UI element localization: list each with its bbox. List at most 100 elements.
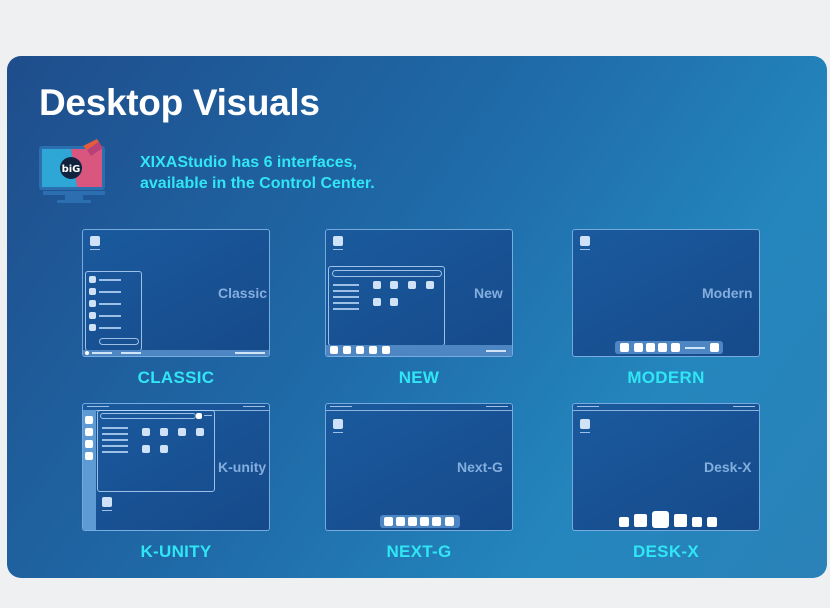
dock-app-icon (634, 343, 643, 352)
dock-app-icon (692, 517, 702, 527)
subtitle-text: XIXAStudio has 6 interfaces, available i… (140, 152, 470, 194)
launcher-app-icon (85, 428, 93, 436)
preview-label: Classic (218, 285, 268, 301)
app-icon (373, 298, 381, 306)
category-line (333, 302, 359, 304)
dock-app-icon (620, 343, 629, 352)
top-panel-item (330, 406, 352, 407)
category-line (102, 451, 128, 453)
menu-item-icon (89, 276, 96, 283)
app-icon (160, 428, 168, 436)
launcher-app-icon (85, 416, 93, 424)
menu-item-line (99, 315, 121, 317)
menu-search-box (99, 338, 139, 345)
preview-label: New (474, 285, 503, 301)
menu-item-icon (89, 312, 96, 319)
caption-classic[interactable]: CLASSIC (82, 368, 270, 388)
menu-item-icon (89, 300, 96, 307)
floating-dock (380, 515, 460, 528)
dock-app-icon-magnified (652, 511, 669, 528)
menu-item-line (99, 327, 121, 329)
preview-label: Modern (702, 285, 753, 301)
top-panel-item (733, 406, 755, 407)
caption-new[interactable]: NEW (325, 368, 513, 388)
app-launcher (328, 266, 445, 346)
menu-item-icon (89, 324, 96, 331)
top-panel-item (577, 406, 599, 407)
app-icon (408, 281, 416, 289)
launcher-app-icon (85, 440, 93, 448)
taskbar-app-icon (330, 346, 338, 354)
category-line (333, 296, 359, 298)
category-line (333, 290, 359, 292)
caption-modern[interactable]: MODERN (572, 368, 760, 388)
dock-app-icon (658, 343, 667, 352)
category-line (333, 308, 359, 310)
app-icon (426, 281, 434, 289)
caption-k-unity[interactable]: K-UNITY (82, 542, 270, 562)
dock-app-icon (432, 517, 441, 526)
start-menu (85, 271, 142, 351)
preview-label: Next-G (457, 459, 503, 475)
desktop-icon-label (333, 249, 343, 250)
dock-app-icon (671, 343, 680, 352)
preview-new[interactable]: New (325, 229, 513, 357)
taskbar-item (121, 352, 141, 354)
dock-app-icon (396, 517, 405, 526)
app-icon (160, 445, 168, 453)
preview-k-unity[interactable]: K-unity (82, 403, 270, 531)
taskbar-app-icon (343, 346, 351, 354)
taskbar-app-icon (369, 346, 377, 354)
desktop-icon (580, 236, 590, 246)
desktop-icon-label (333, 432, 343, 433)
caption-desk-x[interactable]: DESK-X (572, 542, 760, 562)
taskbar-app-icon (356, 346, 364, 354)
preview-modern[interactable]: Modern (572, 229, 760, 357)
menu-item-line (99, 291, 121, 293)
category-line (102, 427, 128, 429)
taskbar (83, 350, 269, 356)
category-line (102, 445, 128, 447)
preview-next-g[interactable]: Next-G (325, 403, 513, 531)
launcher-app-icon (85, 452, 93, 460)
monitor-logo-icon: biG (39, 139, 105, 203)
dock-app-icon (408, 517, 417, 526)
app-icon (373, 281, 381, 289)
desktop-icon (333, 419, 343, 429)
taskbar-clock (235, 352, 265, 354)
launcher-search-box (100, 413, 196, 419)
side-launcher (83, 410, 96, 530)
desktop-icon (102, 497, 112, 507)
floating-dock (615, 341, 723, 354)
desktop-icon-label (580, 249, 590, 250)
taskbar-app-icon (382, 346, 390, 354)
preview-classic[interactable]: Classic (82, 229, 270, 357)
desktop-icon (90, 236, 100, 246)
top-panel-item (486, 406, 508, 407)
preview-desk-x[interactable]: Desk-X (572, 403, 760, 531)
app-icon (178, 428, 186, 436)
taskbar-item (92, 352, 112, 354)
top-panel (573, 404, 759, 411)
desktop-visuals-card: Desktop Visuals biG XIXAStudio has 6 int… (7, 56, 827, 578)
dock-app-icon (707, 517, 717, 527)
desktop-icon (580, 419, 590, 429)
taskbar (326, 345, 512, 356)
category-line (102, 439, 128, 441)
dock-app-icon (674, 514, 687, 527)
top-panel (326, 404, 512, 411)
preview-label: Desk-X (704, 459, 752, 475)
menu-item-line (99, 279, 121, 281)
category-line (102, 433, 128, 435)
page-title: Desktop Visuals (39, 82, 320, 123)
launcher-search-box (332, 270, 442, 277)
caption-next-g[interactable]: NEXT-G (325, 542, 513, 562)
start-button-icon (85, 351, 89, 355)
launcher-close-icon (196, 413, 202, 419)
subtitle-line-1: XIXAStudio has 6 interfaces, (140, 154, 357, 171)
dock-app-icon (634, 514, 647, 527)
dock-app-icon (646, 343, 655, 352)
desktop-icon-label (580, 432, 590, 433)
launcher-header-line (204, 415, 212, 416)
desktop-icon (333, 236, 343, 246)
